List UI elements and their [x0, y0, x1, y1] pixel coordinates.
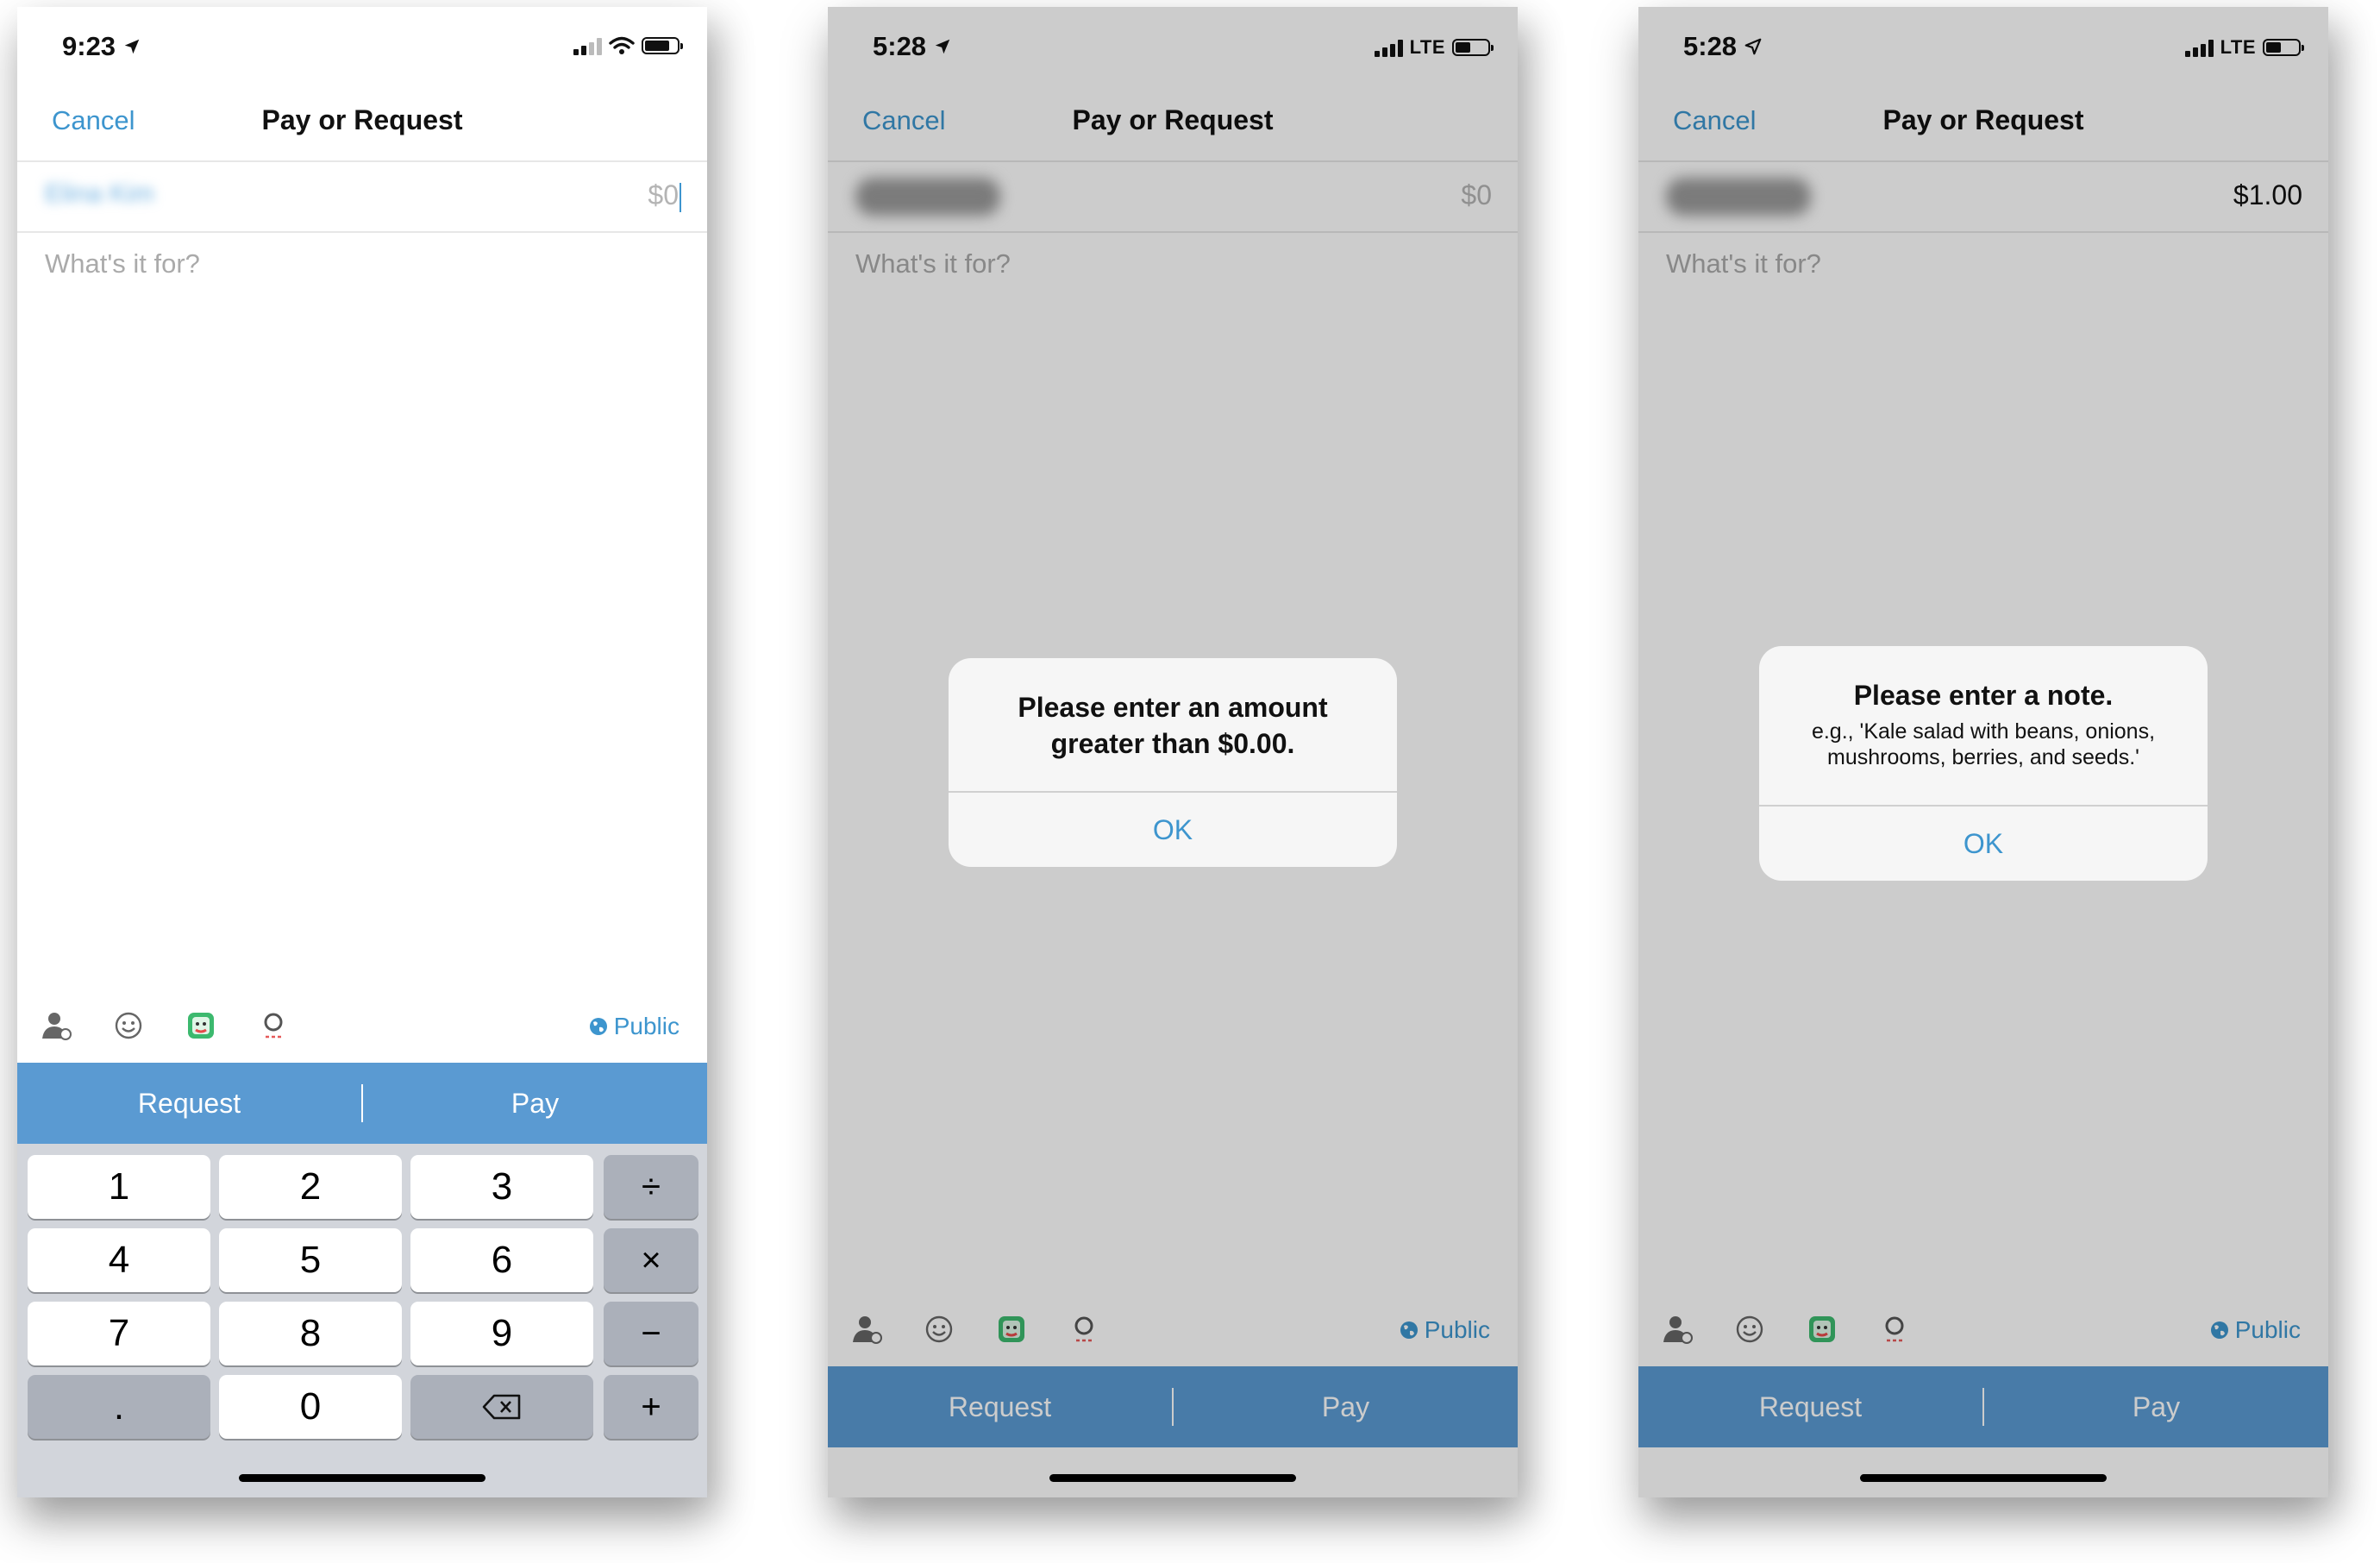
key-decimal[interactable]: .: [28, 1375, 210, 1439]
key-3[interactable]: 3: [410, 1155, 593, 1219]
battery-icon: [642, 37, 683, 54]
note-input[interactable]: What's it for?: [45, 248, 200, 279]
numeric-keypad: 1 2 3 ÷ 4 5 6 × 7 8 9 − . 0 +: [17, 1144, 707, 1497]
signal-icon: [573, 36, 602, 55]
key-0[interactable]: 0: [219, 1375, 402, 1439]
privacy-selector[interactable]: Public: [588, 1013, 680, 1040]
backspace-icon: [482, 1394, 521, 1420]
alert-ok-button[interactable]: OK: [949, 791, 1397, 867]
phone-screen-2: 5:28 LTE Cancel Pay or Request $0 What's…: [828, 7, 1518, 1497]
alert-title: Please enter a note.: [1853, 680, 2114, 711]
key-9[interactable]: 9: [410, 1302, 593, 1365]
action-bar: Request Pay: [17, 1063, 707, 1144]
home-indicator: [239, 1474, 485, 1482]
backspace-key[interactable]: [410, 1375, 593, 1439]
key-plus[interactable]: +: [604, 1375, 698, 1439]
recipient-name[interactable]: Elina Kim: [45, 179, 154, 209]
key-minus[interactable]: −: [604, 1302, 698, 1365]
page-title: Pay or Request: [261, 104, 463, 135]
status-bar: 9:23: [17, 7, 707, 90]
phone-screen-3: 5:28 LTE Cancel Pay or Request $1.00 Wha…: [1638, 7, 2328, 1497]
key-7[interactable]: 7: [28, 1302, 210, 1365]
key-1[interactable]: 1: [28, 1155, 210, 1219]
wifi-icon: [609, 36, 635, 54]
key-2[interactable]: 2: [219, 1155, 402, 1219]
location-arrow-icon: [124, 39, 140, 54]
key-divide[interactable]: ÷: [604, 1155, 698, 1219]
tag-person-icon[interactable]: [40, 1009, 72, 1042]
globe-icon: [589, 1018, 607, 1035]
nav-bar: Cancel Pay or Request: [17, 90, 707, 159]
note-alert-dialog: Please enter a note. e.g., 'Kale salad w…: [1759, 646, 2208, 881]
alert-ok-button[interactable]: OK: [1759, 805, 2208, 881]
text-cursor: [680, 182, 681, 212]
key-5[interactable]: 5: [219, 1228, 402, 1292]
emoji-icon[interactable]: [112, 1009, 145, 1042]
sticker-icon[interactable]: [185, 1009, 217, 1042]
request-button[interactable]: Request: [17, 1063, 361, 1144]
alert-message: e.g., 'Kale salad with beans, onions, mu…: [1811, 719, 2156, 769]
key-4[interactable]: 4: [28, 1228, 210, 1292]
phone-screen-1: 9:23 Cancel Pay or Request Elina Kim $0 …: [17, 7, 707, 1497]
recipient-amount-row: Elina Kim $0: [17, 160, 707, 233]
pay-button[interactable]: Pay: [363, 1063, 707, 1144]
gif-icon[interactable]: [257, 1009, 290, 1042]
amount-alert-dialog: Please enter an amount greater than $0.0…: [949, 658, 1397, 867]
amount-input[interactable]: $0: [648, 179, 679, 210]
alert-title: Please enter an amount greater than $0.0…: [1018, 692, 1328, 759]
compose-toolbar: Public: [17, 997, 707, 1058]
privacy-label: Public: [613, 1013, 680, 1039]
key-multiply[interactable]: ×: [604, 1228, 698, 1292]
key-8[interactable]: 8: [219, 1302, 402, 1365]
status-time: 9:23: [62, 31, 116, 61]
key-6[interactable]: 6: [410, 1228, 593, 1292]
